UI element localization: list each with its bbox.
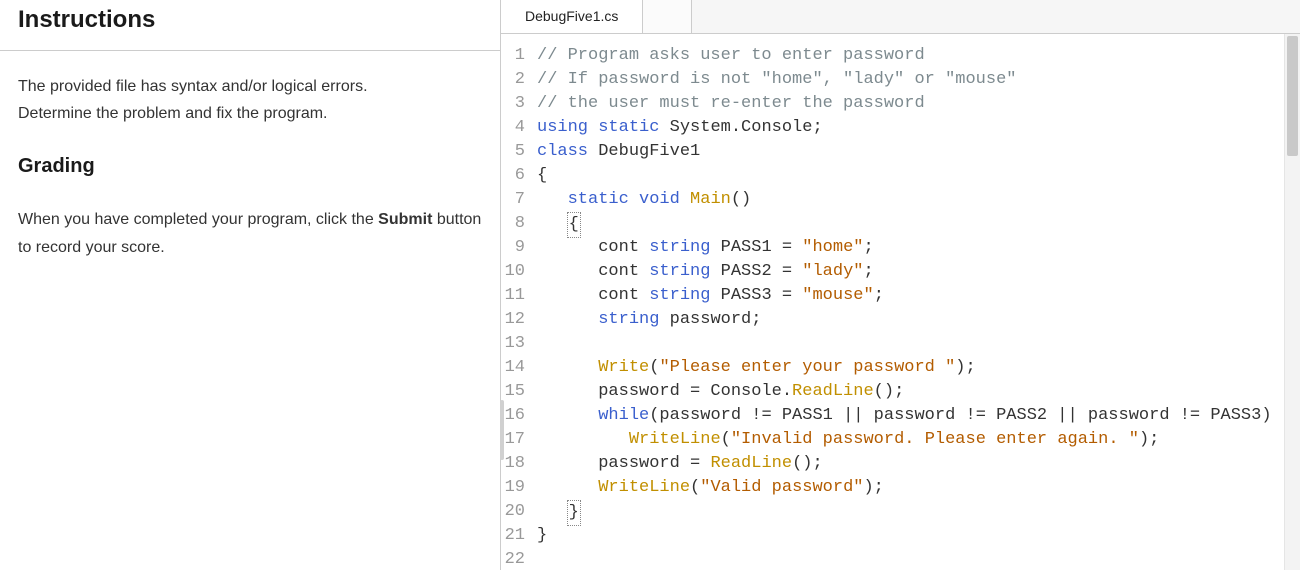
split-handle[interactable] <box>500 400 504 460</box>
code-line[interactable]: // the user must re-enter the password <box>537 92 1300 116</box>
submit-label: Submit <box>378 211 432 228</box>
editor-panel: DebugFive1.cs 12345678910111213141516171… <box>500 0 1300 570</box>
grading-text: When you have completed your program, cl… <box>0 184 500 266</box>
line-number: 19 <box>501 476 525 500</box>
line-number: 12 <box>501 308 525 332</box>
grading-heading: Grading <box>0 133 500 184</box>
code-line[interactable]: // Program asks user to enter password <box>537 44 1300 68</box>
code-line[interactable]: while(password != PASS1 || password != P… <box>537 404 1300 428</box>
editor-tabbar: DebugFive1.cs <box>501 0 1300 34</box>
file-tab-label: DebugFive1.cs <box>525 8 618 24</box>
line-number: 11 <box>501 284 525 308</box>
code-line[interactable]: password = ReadLine(); <box>537 452 1300 476</box>
code-line[interactable] <box>537 332 1300 356</box>
instructions-line2: Determine the problem and fix the progra… <box>18 105 327 122</box>
code-line[interactable]: static void Main() <box>537 188 1300 212</box>
line-number: 18 <box>501 452 525 476</box>
code-line[interactable]: { <box>537 164 1300 188</box>
line-number: 7 <box>501 188 525 212</box>
code-area[interactable]: // Program asks user to enter password//… <box>531 34 1300 570</box>
line-number: 5 <box>501 140 525 164</box>
line-number: 1 <box>501 44 525 68</box>
line-number: 6 <box>501 164 525 188</box>
line-number: 21 <box>501 524 525 548</box>
scroll-thumb[interactable] <box>1287 36 1298 156</box>
code-line[interactable]: class DebugFive1 <box>537 140 1300 164</box>
line-number: 14 <box>501 356 525 380</box>
new-tab-button[interactable] <box>643 0 692 33</box>
code-line[interactable]: cont string PASS3 = "mouse"; <box>537 284 1300 308</box>
line-number: 8 <box>501 212 525 236</box>
instructions-text: The provided file has syntax and/or logi… <box>0 51 500 133</box>
code-line[interactable]: { <box>537 212 1300 236</box>
app-root: Instructions The provided file has synta… <box>0 0 1300 570</box>
code-line[interactable]: password = Console.ReadLine(); <box>537 380 1300 404</box>
instructions-panel: Instructions The provided file has synta… <box>0 0 500 570</box>
file-tab[interactable]: DebugFive1.cs <box>501 0 643 33</box>
code-editor[interactable]: 12345678910111213141516171819202122 // P… <box>501 34 1300 570</box>
line-number: 15 <box>501 380 525 404</box>
code-line[interactable]: Write("Please enter your password "); <box>537 356 1300 380</box>
line-number: 13 <box>501 332 525 356</box>
code-line[interactable]: using static System.Console; <box>537 116 1300 140</box>
line-number: 17 <box>501 428 525 452</box>
instructions-line1: The provided file has syntax and/or logi… <box>18 78 368 95</box>
code-line[interactable]: } <box>537 524 1300 548</box>
code-line[interactable] <box>537 548 1300 570</box>
code-line[interactable]: } <box>537 500 1300 524</box>
line-number: 2 <box>501 68 525 92</box>
line-number: 16 <box>501 404 525 428</box>
code-line[interactable]: // If password is not "home", "lady" or … <box>537 68 1300 92</box>
grading-line1: When you have completed your program, cl… <box>18 211 378 228</box>
code-line[interactable]: WriteLine("Invalid password. Please ente… <box>537 428 1300 452</box>
line-number: 4 <box>501 116 525 140</box>
vertical-scrollbar[interactable] <box>1284 34 1300 570</box>
line-number: 22 <box>501 548 525 570</box>
code-line[interactable]: WriteLine("Valid password"); <box>537 476 1300 500</box>
line-number: 20 <box>501 500 525 524</box>
line-number-gutter: 12345678910111213141516171819202122 <box>501 34 531 570</box>
line-number: 10 <box>501 260 525 284</box>
line-number: 9 <box>501 236 525 260</box>
code-line[interactable]: string password; <box>537 308 1300 332</box>
code-line[interactable]: cont string PASS1 = "home"; <box>537 236 1300 260</box>
instructions-heading: Instructions <box>0 0 500 50</box>
code-line[interactable]: cont string PASS2 = "lady"; <box>537 260 1300 284</box>
line-number: 3 <box>501 92 525 116</box>
